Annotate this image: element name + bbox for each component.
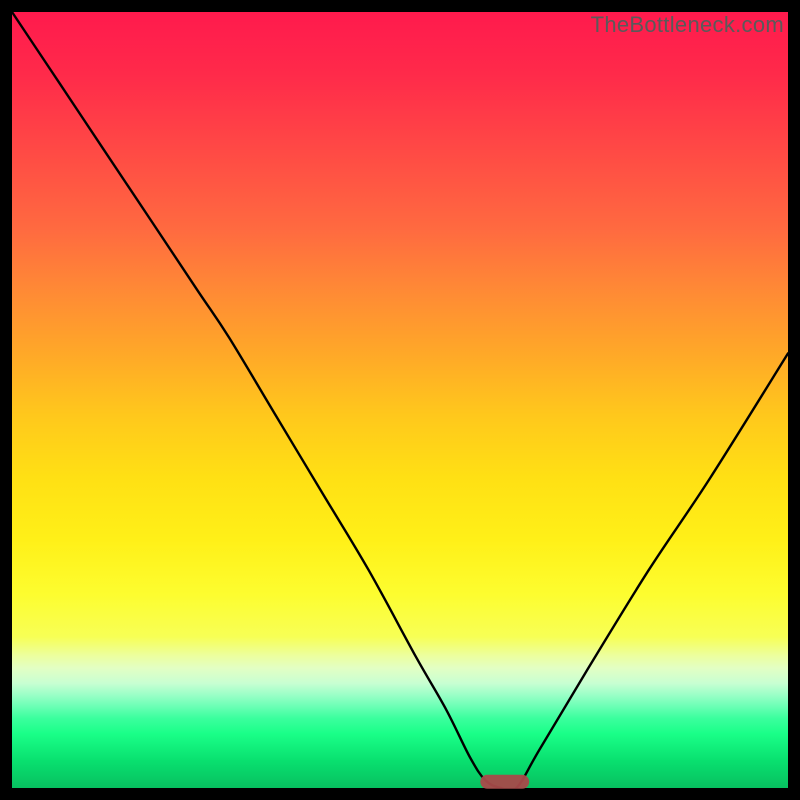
bottleneck-curve: [12, 12, 788, 788]
plot-area: TheBottleneck.com: [12, 12, 788, 788]
chart-frame: TheBottleneck.com: [0, 0, 800, 800]
curve-path: [12, 12, 788, 791]
